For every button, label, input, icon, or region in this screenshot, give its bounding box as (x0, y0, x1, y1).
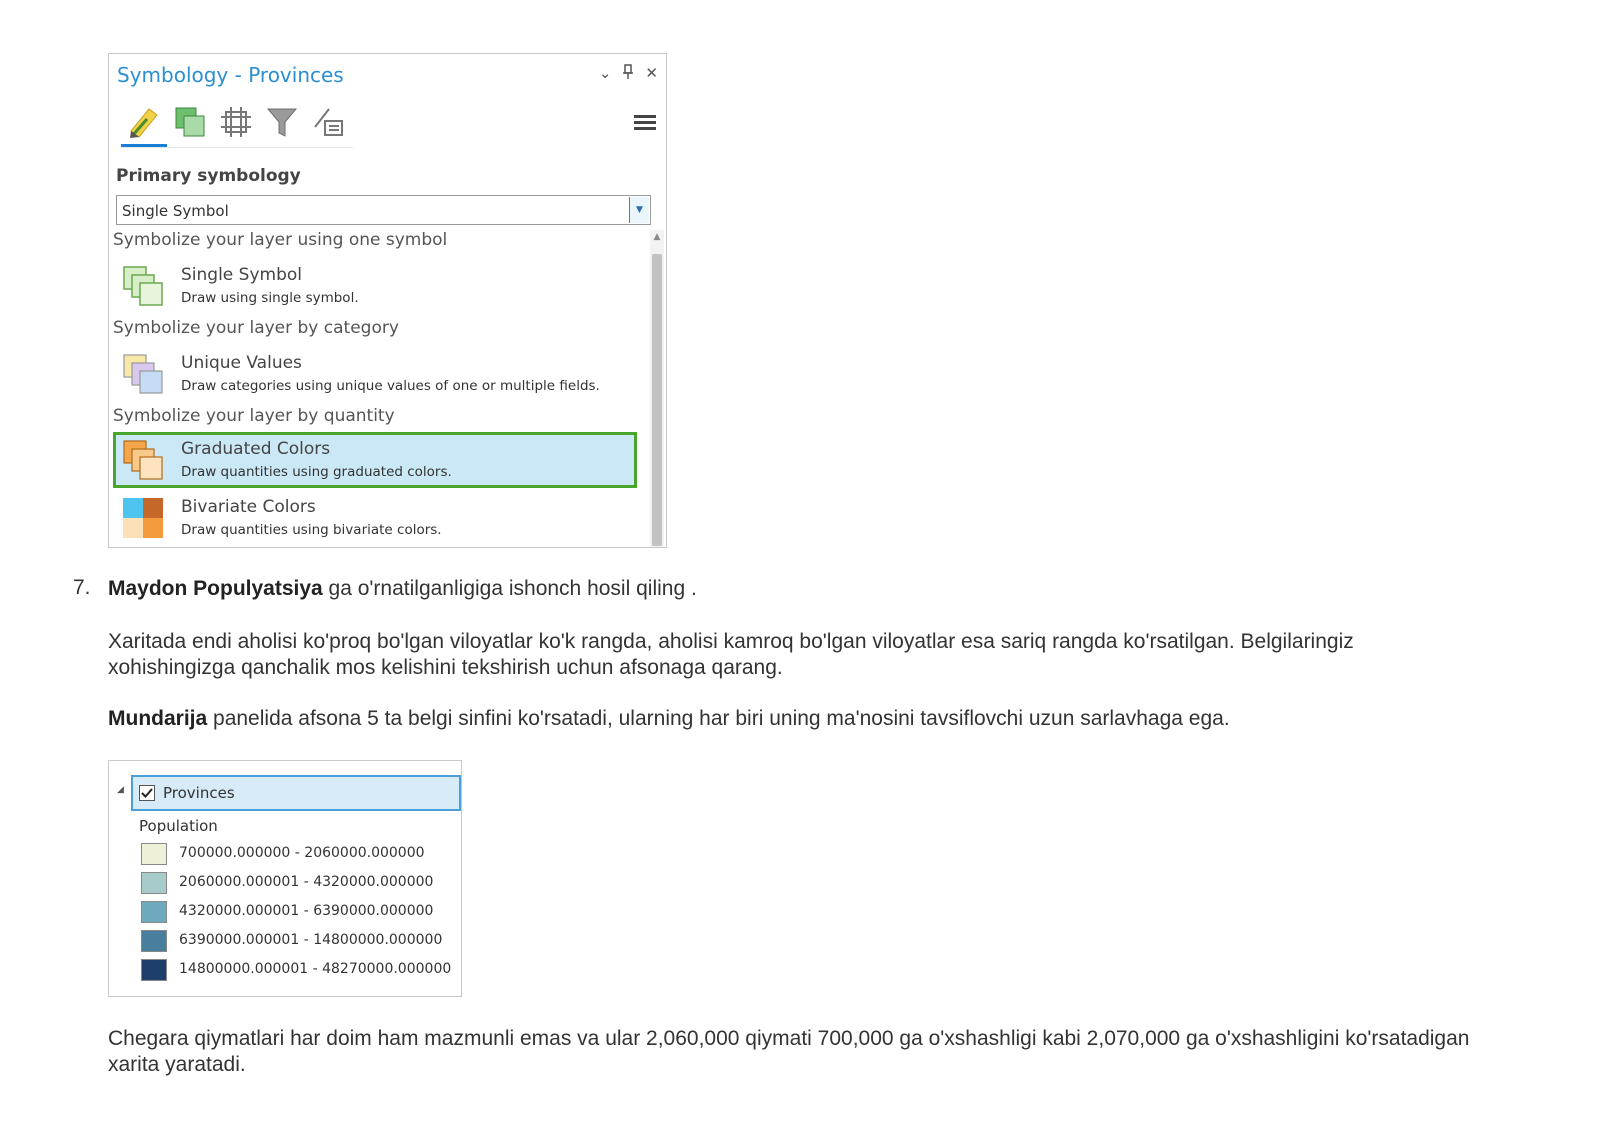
option-name: Single Symbol (181, 265, 302, 285)
primary-symbology-label: Primary symbology (116, 166, 301, 186)
option-unique-values[interactable]: Unique Values Draw categories using uniq… (113, 346, 637, 402)
filter-icon (266, 108, 298, 137)
symbology-options-list: Symbolize your layer using one symbol Si… (109, 230, 649, 547)
step-bold: Maydon Populyatsiya (108, 577, 323, 600)
paragraph-break-values: Chegara qiymatlari har doim ham mazmunli… (108, 1027, 1470, 1076)
step-rest: ga o'rnatilganligiga ishonch hosil qilin… (322, 577, 697, 600)
primary-symbology-dropdown[interactable]: Single Symbol ▼ (116, 195, 651, 225)
pencil-icon (130, 108, 158, 138)
options-scrollbar[interactable]: ▲ (650, 230, 664, 547)
option-description: Draw quantities using graduated colors. (181, 464, 452, 480)
section-category: Symbolize your layer by category (113, 318, 399, 338)
legend-label: 14800000.000001 - 48270000.000000 (179, 961, 452, 977)
option-single-symbol[interactable]: Single Symbol Draw using single symbol. (113, 258, 637, 314)
tab-label-classes[interactable] (305, 100, 351, 144)
chevron-down-icon[interactable]: ⌄ (599, 64, 612, 84)
graduated-colors-icon (123, 440, 163, 480)
legend-label: 700000.000000 - 2060000.000000 (179, 845, 425, 861)
single-symbol-icon (123, 266, 163, 306)
section-quantity: Symbolize your layer by quantity (113, 406, 395, 426)
legend-label: 2060000.000001 - 4320000.000000 (179, 874, 434, 890)
section-one-symbol: Symbolize your layer using one symbol (113, 230, 448, 250)
unique-values-icon (123, 354, 163, 394)
pane-window-buttons: ⌄ ✕ (599, 64, 658, 84)
option-name: Bivariate Colors (181, 497, 316, 517)
checkmark-icon (141, 788, 153, 798)
layer-row-provinces[interactable]: Provinces (131, 775, 461, 811)
option-description: Draw using single symbol. (181, 290, 359, 306)
step-text: Maydon Populyatsiya ga o'rnatilganligiga… (108, 576, 1508, 602)
legend-swatch[interactable] (141, 930, 167, 952)
option-name: Unique Values (181, 353, 302, 373)
polygon-symbol-icon (175, 107, 205, 137)
scrollbar-thumb[interactable] (652, 254, 662, 546)
pin-icon[interactable] (623, 64, 634, 84)
legend-swatch[interactable] (141, 901, 167, 923)
legend-swatch[interactable] (141, 843, 167, 865)
legend-swatch[interactable] (141, 959, 167, 981)
symbology-pane: Symbology - Provinces ⌄ ✕ Primary symbol… (108, 53, 667, 548)
symbology-tabs (121, 100, 353, 147)
option-bivariate-colors[interactable]: Bivariate Colors Draw quantities using b… (113, 490, 637, 546)
tab-vary-symbology[interactable] (213, 100, 259, 144)
scroll-up-icon[interactable]: ▲ (650, 230, 664, 244)
step-number: 7. (73, 576, 91, 599)
chevron-down-icon[interactable]: ▼ (629, 197, 649, 223)
contents-rest: panelida afsona 5 ta belgi sinfini ko'rs… (207, 707, 1230, 730)
close-icon[interactable]: ✕ (645, 64, 658, 84)
legend-label: 4320000.000001 - 6390000.000000 (179, 903, 434, 919)
legend-field-heading: Population (139, 817, 218, 835)
layer-visibility-checkbox[interactable] (139, 785, 155, 801)
option-graduated-colors[interactable]: Graduated Colors Draw quantities using g… (113, 432, 637, 488)
contents-bold: Mundarija (108, 707, 208, 730)
layer-name: Provinces (163, 784, 235, 802)
option-description: Draw categories using unique values of o… (181, 378, 600, 394)
dropdown-value: Single Symbol (122, 202, 229, 220)
tab-divider (121, 147, 353, 148)
label-class-icon (314, 108, 343, 136)
tab-primary-symbology[interactable] (121, 100, 167, 147)
tab-filter[interactable] (259, 100, 305, 144)
legend-label: 6390000.000001 - 14800000.000000 (179, 932, 443, 948)
tab-symbol-layers[interactable] (167, 100, 213, 144)
pane-title: Symbology - Provinces (117, 63, 344, 87)
paragraph-map-description: Xaritada endi aholisi ko'proq bo'lgan vi… (108, 630, 1354, 679)
vary-symbology-icon (221, 107, 251, 137)
collapse-icon[interactable]: ◢ (117, 785, 124, 795)
menu-icon[interactable] (634, 112, 656, 133)
bivariate-colors-icon (123, 498, 163, 538)
option-description: Draw quantities using bivariate colors. (181, 522, 442, 538)
legend-swatch[interactable] (141, 872, 167, 894)
contents-pane: ◢ Provinces Population 700000.000000 - 2… (108, 760, 462, 997)
option-name: Graduated Colors (181, 439, 331, 459)
paragraph-contents: Mundarija panelida afsona 5 ta belgi sin… (108, 706, 1508, 732)
